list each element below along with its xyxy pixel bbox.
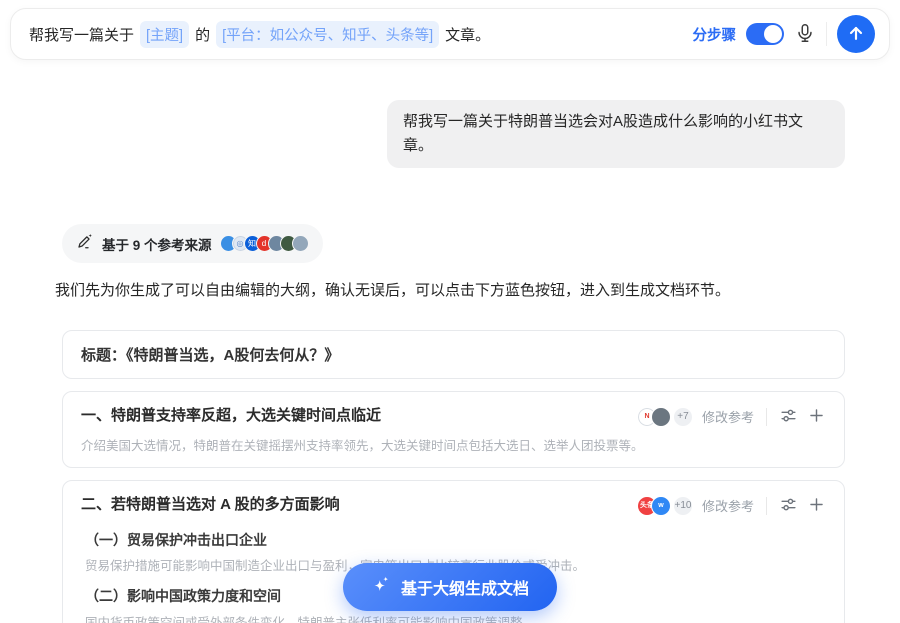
- composer-divider: [826, 22, 827, 46]
- tools-divider: [766, 408, 767, 426]
- section-1-title: 一、特朗普支持率反超，大选关键时间点临近: [81, 405, 381, 426]
- user-message-bubble: 帮我写一篇关于特朗普当选会对A股造成什么影响的小红书文章。: [387, 100, 845, 168]
- section-head: 一、特朗普支持率反超，大选关键时间点临近 N +7 修改参考: [81, 405, 826, 428]
- generate-document-button[interactable]: 基于大纲生成文档: [343, 563, 557, 611]
- source-favicons: ◎知d: [220, 235, 309, 252]
- reference-count-badge: +10: [673, 496, 693, 516]
- section-1-tools: N +7 修改参考: [637, 405, 826, 428]
- tune-icon: [779, 495, 798, 517]
- section-2-tools: 头条w +10 修改参考: [637, 494, 826, 517]
- pen-sparkle-icon: [76, 232, 94, 255]
- modify-references-link[interactable]: 修改参考: [702, 496, 754, 515]
- reference-count-badge: +7: [673, 407, 693, 427]
- send-button[interactable]: [837, 15, 875, 53]
- section-head: 二、若特朗普当选对 A 股的多方面影响 头条w +10 修改参考: [81, 494, 826, 517]
- plus-icon: [807, 495, 826, 517]
- topic-placeholder-token[interactable]: [主题]: [140, 21, 189, 48]
- section-1-description: 介绍美国大选情况，特朗普在关键摇摆州支持率领先，大选关键时间点包括大选日、选举人…: [81, 437, 826, 455]
- sparkles-icon: [371, 574, 392, 600]
- plus-icon: [807, 406, 826, 428]
- prompt-suffix: 文章。: [445, 24, 490, 45]
- tune-icon: [779, 406, 798, 428]
- sources-pill[interactable]: 基于 9 个参考来源 ◎知d: [62, 224, 323, 263]
- tune-button[interactable]: [779, 406, 798, 428]
- source-avatar-dot: [651, 407, 671, 427]
- subsection-1-title: （一）贸易保护冲击出口企业: [85, 531, 826, 551]
- tune-button[interactable]: [779, 495, 798, 517]
- add-section-button[interactable]: [807, 406, 826, 428]
- modify-references-link[interactable]: 修改参考: [702, 407, 754, 426]
- reference-avatars: N: [637, 407, 671, 427]
- outline-title-card[interactable]: 标题：《特朗普当选，A股何去何从？》: [62, 330, 845, 379]
- reference-avatars: 头条w: [637, 496, 671, 516]
- generate-button-label: 基于大纲生成文档: [401, 575, 529, 599]
- prompt-middle: 的: [195, 24, 210, 45]
- section-2-title: 二、若特朗普当选对 A 股的多方面影响: [81, 494, 340, 515]
- source-avatar-dot: w: [651, 496, 671, 516]
- prompt-prefix: 帮我写一篇关于: [29, 24, 134, 45]
- composer-bar[interactable]: 帮我写一篇关于 [主题] 的 [平台：如公众号、知乎、头条等] 文章。 分步骤: [10, 8, 890, 60]
- composer-actions: 分步骤: [693, 15, 876, 53]
- subsection-2-description: 国内货币政策空间或受外部条件变化，特朗普主张低利率可能影响中国政策调整。: [85, 614, 826, 623]
- arrow-up-icon: [846, 23, 866, 46]
- microphone-icon: [794, 22, 816, 47]
- outline-section-1-card[interactable]: 一、特朗普支持率反超，大选关键时间点临近 N +7 修改参考: [62, 391, 845, 468]
- sources-label: 基于 9 个参考来源: [102, 234, 212, 254]
- user-message-row: 帮我写一篇关于特朗普当选会对A股造成什么影响的小红书文章。: [0, 100, 845, 168]
- tools-divider: [766, 497, 767, 515]
- assistant-intro-text: 我们先为你生成了可以自由编辑的大纲，确认无误后，可以点击下方蓝色按钮，进入到生成…: [55, 280, 860, 303]
- platform-placeholder-token[interactable]: [平台：如公众号、知乎、头条等]: [216, 21, 439, 48]
- step-toggle-label: 分步骤: [693, 24, 737, 45]
- microphone-button[interactable]: [794, 22, 816, 47]
- step-toggle[interactable]: [746, 23, 784, 45]
- source-avatar-dot: [292, 235, 309, 252]
- toggle-knob: [764, 25, 782, 43]
- prompt-template-text[interactable]: 帮我写一篇关于 [主题] 的 [平台：如公众号、知乎、头条等] 文章。: [29, 21, 693, 48]
- chat-page: 帮我写一篇关于 [主题] 的 [平台：如公众号、知乎、头条等] 文章。 分步骤: [0, 0, 900, 623]
- add-section-button[interactable]: [807, 495, 826, 517]
- outline-title: 标题：《特朗普当选，A股何去何从？》: [81, 347, 339, 364]
